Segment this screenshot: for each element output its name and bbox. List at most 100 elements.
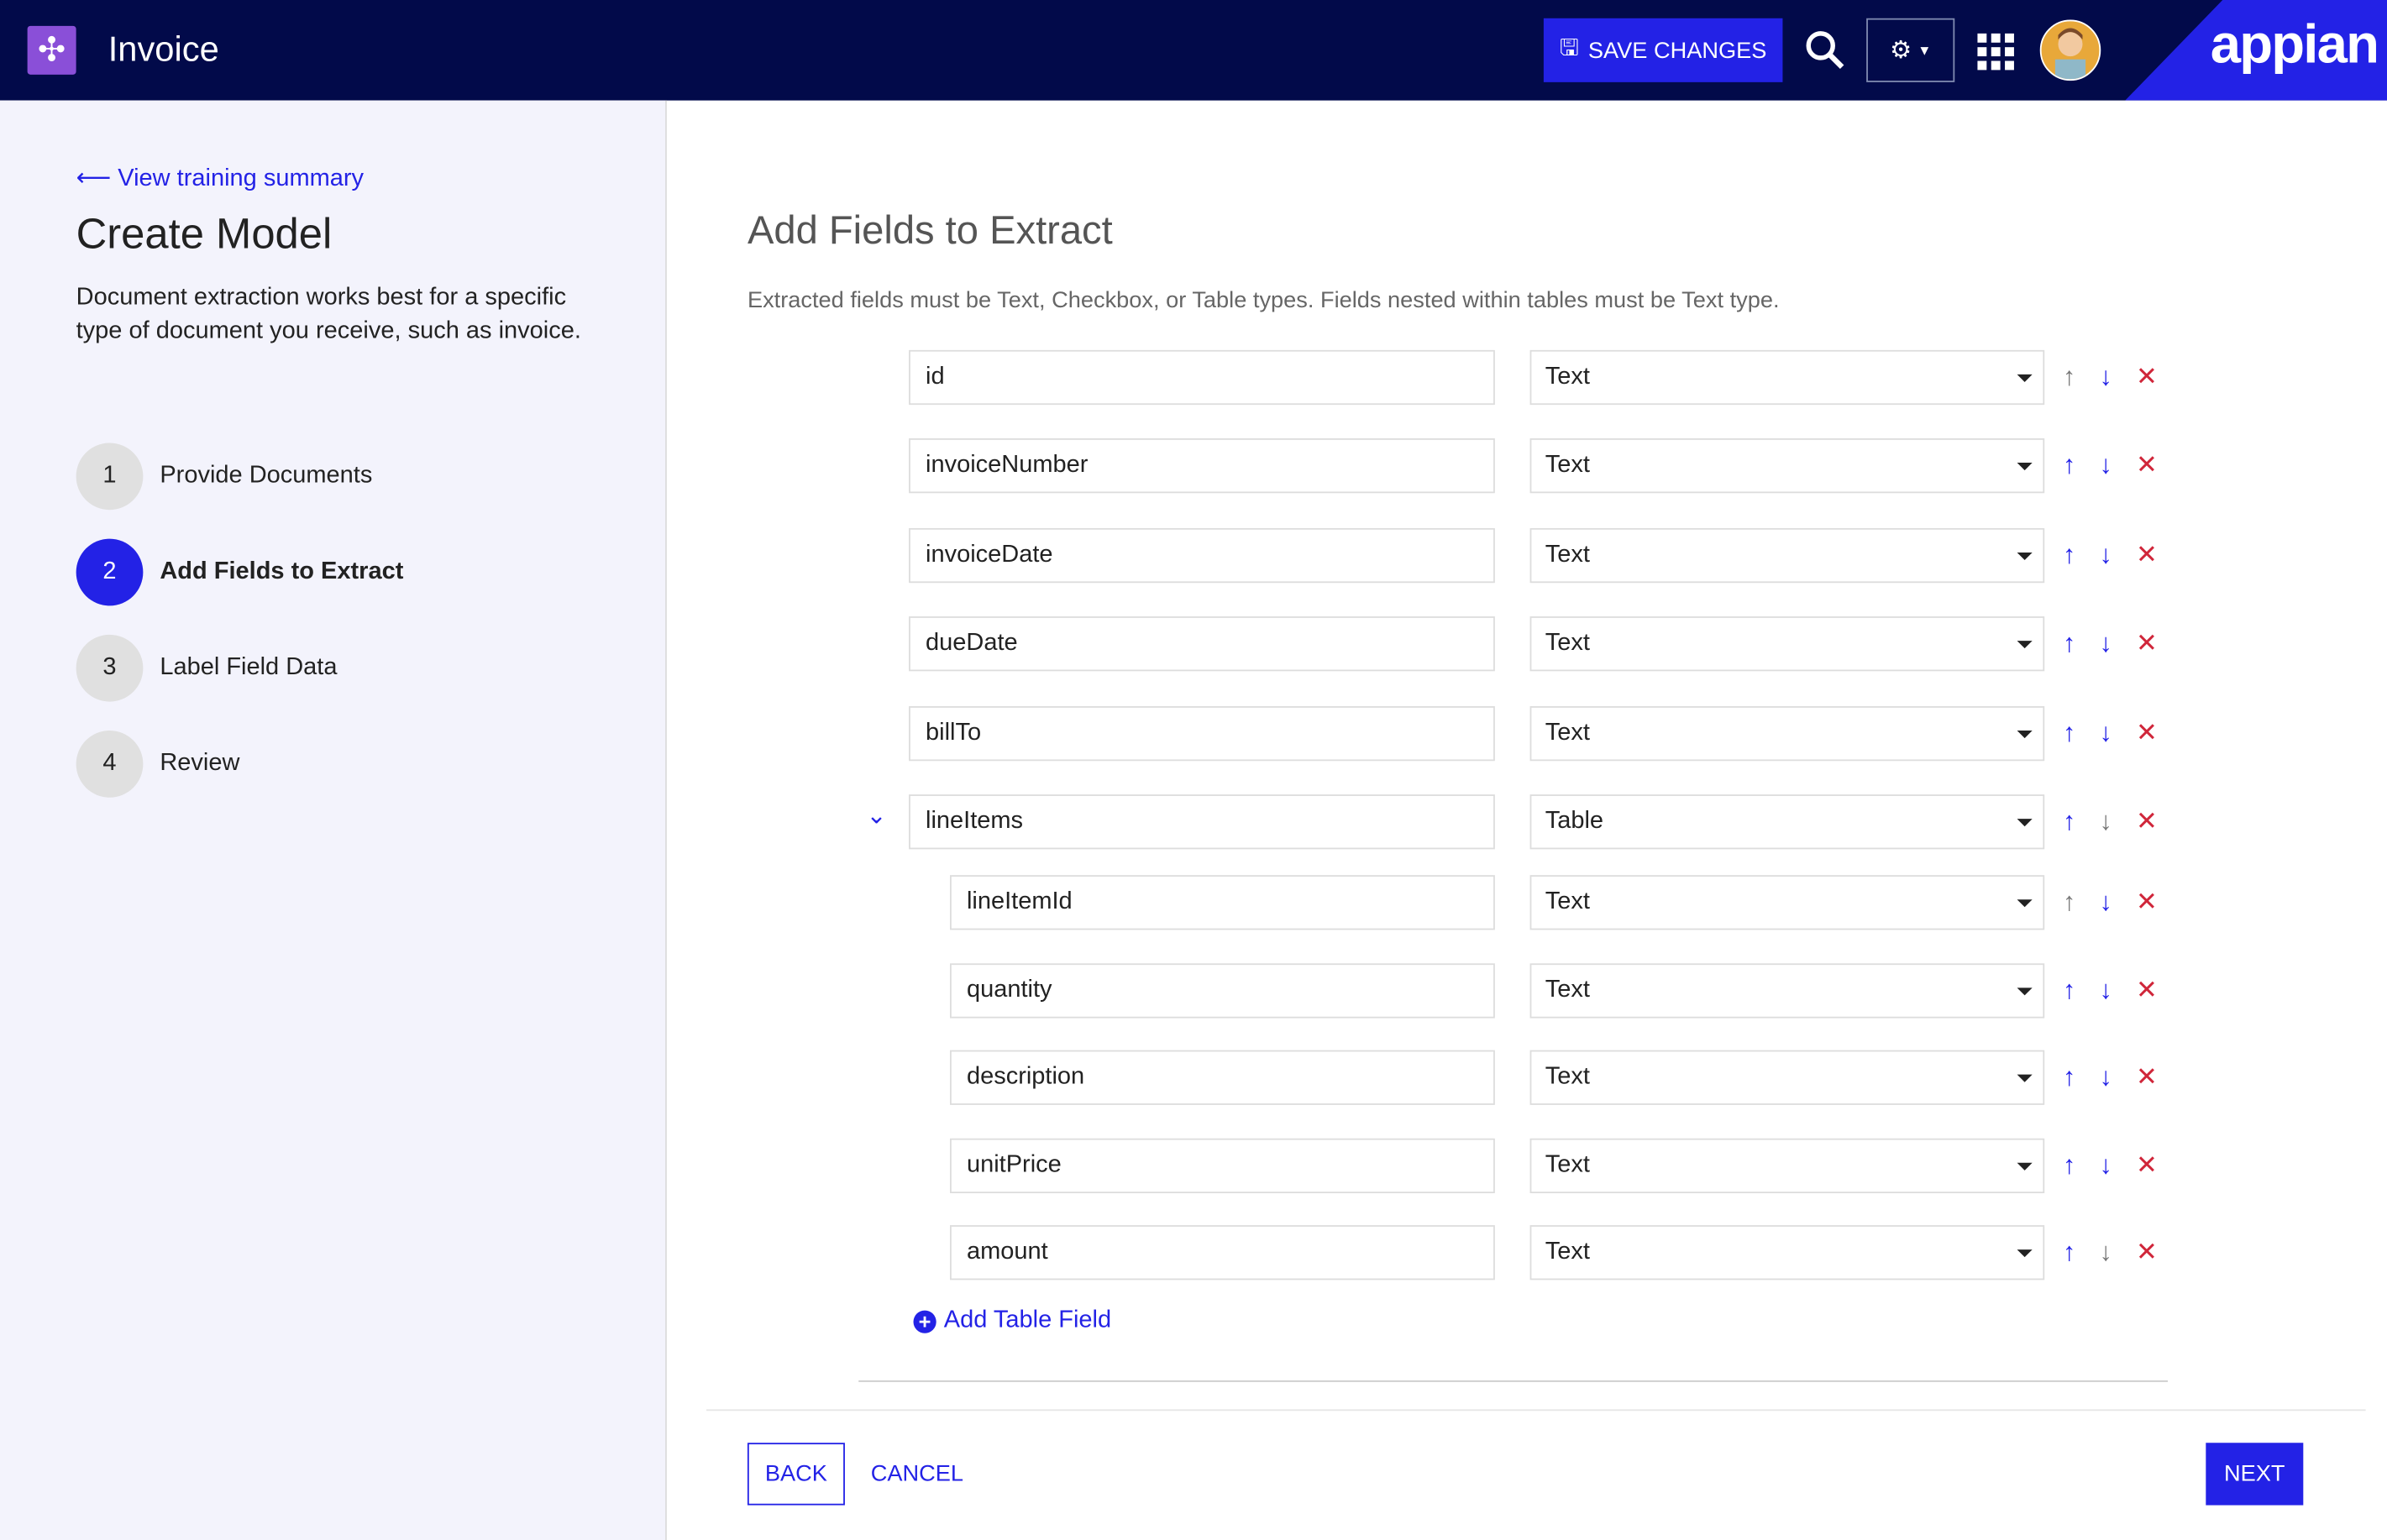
field-name-input[interactable]: quantity [950, 963, 1495, 1019]
field-row: amount Text ↑ ↓ ✕ [0, 1225, 2387, 1283]
arrow-up-icon[interactable]: ↑ [2063, 1236, 2075, 1270]
app-logo-icon: ✣ [27, 25, 76, 75]
save-changes-button[interactable]: 🖫 SAVE CHANGES [1543, 18, 1783, 82]
field-row: description Text ↑ ↓ ✕ [0, 1050, 2387, 1108]
field-name-input[interactable]: billTo [909, 706, 1495, 762]
field-row: billTo Text ↑ ↓ ✕ [0, 706, 2387, 764]
field-type-select[interactable]: Text [1529, 527, 2045, 584]
caret-down-icon [2017, 374, 2033, 382]
arrow-down-icon[interactable]: ↓ [2099, 1061, 2112, 1094]
arrow-up-icon[interactable]: ↑ [2063, 449, 2075, 483]
add-table-field-label: Add Table Field [943, 1307, 1112, 1333]
next-button[interactable]: NEXT [2206, 1443, 2304, 1506]
field-type-select[interactable]: Text [1529, 706, 2045, 762]
arrow-up-icon[interactable]: ↑ [2063, 627, 2075, 661]
field-type-value: Text [1545, 630, 1590, 657]
brand-text: appian [2210, 12, 2379, 75]
arrow-up-icon[interactable]: ↑ [2063, 539, 2075, 573]
arrow-down-icon[interactable]: ↓ [2099, 361, 2112, 395]
arrow-left-icon: ⟵ [76, 165, 112, 192]
arrow-down-icon[interactable]: ↓ [2099, 1149, 2112, 1182]
remove-icon[interactable]: ✕ [2136, 449, 2158, 483]
field-type-select[interactable]: Text [1529, 616, 2045, 672]
field-row: ⌄ lineItems Table ↑ ↓ ✕ [0, 794, 2387, 852]
field-type-value: Text [1545, 364, 1590, 390]
save-label: SAVE CHANGES [1587, 37, 1767, 64]
field-type-select[interactable]: Text [1529, 1138, 2045, 1193]
field-name-input[interactable]: description [950, 1050, 1495, 1105]
app-launcher-icon[interactable] [1977, 33, 2014, 71]
top-bar: ✣ Invoice 🖫 SAVE CHANGES ⚙ ▼ appian [0, 0, 2387, 101]
field-type-select[interactable]: Table [1529, 794, 2045, 850]
field-type-value: Text [1545, 888, 1590, 915]
caret-down-icon [2017, 1249, 2033, 1258]
field-type-value: Text [1545, 452, 1590, 479]
field-row: unitPrice Text ↑ ↓ ✕ [0, 1138, 2387, 1197]
caret-down-icon [2017, 1074, 2033, 1082]
field-type-value: Text [1545, 1063, 1590, 1090]
field-row: id Text ↑ ↓ ✕ [0, 349, 2387, 408]
caret-down-icon [2017, 987, 2033, 996]
field-type-select[interactable]: Text [1529, 875, 2045, 930]
field-name-input[interactable]: invoiceDate [909, 527, 1495, 584]
caret-down-icon [2017, 463, 2033, 471]
remove-icon[interactable]: ✕ [2136, 539, 2158, 573]
arrow-up-icon[interactable]: ↑ [2063, 805, 2075, 839]
remove-icon[interactable]: ✕ [2136, 1236, 2158, 1270]
field-type-value: Text [1545, 977, 1590, 1003]
arrow-up-icon[interactable]: ↑ [2063, 717, 2075, 751]
arrow-down-icon[interactable]: ↓ [2099, 539, 2112, 573]
field-row: invoiceNumber Text ↑ ↓ ✕ [0, 438, 2387, 496]
remove-icon[interactable]: ✕ [2136, 1149, 2158, 1182]
view-training-summary-link[interactable]: ⟵ View training summary [76, 163, 364, 193]
field-name-input[interactable]: invoiceNumber [909, 438, 1495, 494]
remove-icon[interactable]: ✕ [2136, 974, 2158, 1008]
remove-icon[interactable]: ✕ [2136, 361, 2158, 395]
gear-icon: ⚙ [1889, 38, 1912, 65]
field-type-value: Table [1545, 808, 1604, 835]
back-button[interactable]: BACK [747, 1443, 845, 1506]
arrow-down-icon[interactable]: ↓ [2099, 805, 2112, 839]
arrow-down-icon[interactable]: ↓ [2099, 886, 2112, 919]
remove-icon[interactable]: ✕ [2136, 717, 2158, 751]
cancel-button[interactable]: CANCEL [871, 1461, 963, 1487]
sidebar-description: Document extraction works best for a spe… [76, 284, 581, 344]
field-name-input[interactable]: amount [950, 1225, 1495, 1281]
field-type-select[interactable]: Text [1529, 1050, 2045, 1105]
caret-down-icon [2017, 819, 2033, 827]
field-type-select[interactable]: Text [1529, 438, 2045, 494]
arrow-down-icon[interactable]: ↓ [2099, 974, 2112, 1008]
field-type-value: Text [1545, 1152, 1590, 1178]
arrow-up-icon[interactable]: ↑ [2063, 1061, 2075, 1094]
field-hint: Extracted fields must be Text, Checkbox,… [747, 287, 1780, 314]
arrow-down-icon[interactable]: ↓ [2099, 717, 2112, 751]
add-table-field-link[interactable]: + Add Table Field [913, 1307, 1112, 1335]
arrow-up-icon[interactable]: ↑ [2063, 974, 2075, 1008]
user-avatar[interactable] [2039, 19, 2101, 81]
arrow-down-icon[interactable]: ↓ [2099, 1236, 2112, 1270]
search-icon[interactable] [1806, 30, 1845, 77]
field-type-select[interactable]: Text [1529, 1225, 2045, 1281]
field-type-select[interactable]: Text [1529, 963, 2045, 1019]
field-name-input[interactable]: lineItemId [950, 875, 1495, 930]
remove-icon[interactable]: ✕ [2136, 627, 2158, 661]
field-name-input[interactable]: dueDate [909, 616, 1495, 672]
field-type-value: Text [1545, 720, 1590, 746]
remove-icon[interactable]: ✕ [2136, 886, 2158, 919]
field-type-value: Text [1545, 542, 1590, 568]
field-name-input[interactable]: unitPrice [950, 1138, 1495, 1193]
remove-icon[interactable]: ✕ [2136, 1061, 2158, 1094]
field-name-input[interactable]: id [909, 349, 1495, 406]
field-type-select[interactable]: Text [1529, 349, 2045, 406]
caret-down-icon [2017, 552, 2033, 560]
remove-icon[interactable]: ✕ [2136, 805, 2158, 839]
caret-down-icon [2017, 641, 2033, 649]
arrow-up-icon[interactable]: ↑ [2063, 361, 2075, 395]
arrow-up-icon[interactable]: ↑ [2063, 886, 2075, 919]
arrow-down-icon[interactable]: ↓ [2099, 627, 2112, 661]
field-name-input[interactable]: lineItems [909, 794, 1495, 850]
chevron-down-icon[interactable]: ⌄ [866, 800, 886, 830]
arrow-down-icon[interactable]: ↓ [2099, 449, 2112, 483]
arrow-up-icon[interactable]: ↑ [2063, 1149, 2075, 1182]
settings-menu-button[interactable]: ⚙ ▼ [1866, 18, 1955, 82]
